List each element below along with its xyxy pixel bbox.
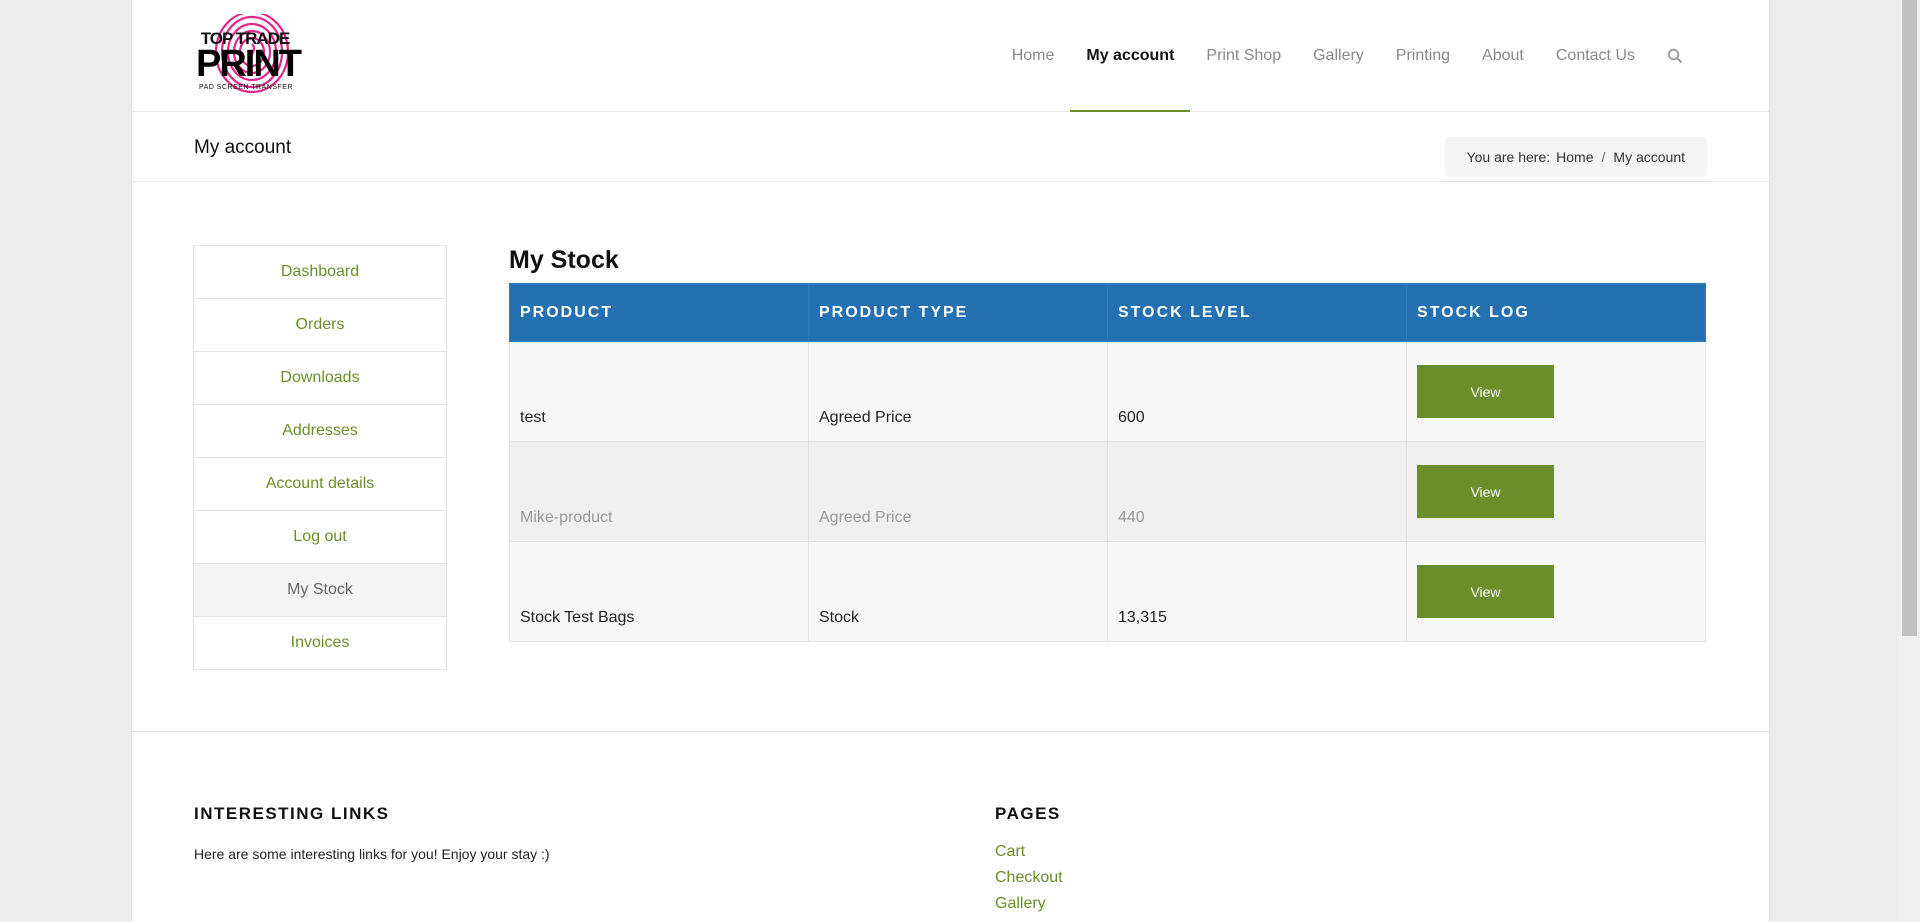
- cell-product: Stock Test Bags: [509, 541, 809, 642]
- site-header: TOP TRADE PRINT PAD SCREEN TRANSFER Home…: [132, 0, 1769, 112]
- cell-stock-log: View: [1406, 341, 1706, 442]
- footer-pages-links: Cart Checkout Gallery: [995, 839, 1063, 917]
- breadcrumb: You are here: Home / My account: [1444, 137, 1707, 177]
- column-header-stock-level: STOCK LEVEL: [1107, 283, 1407, 342]
- footer-interesting-links-title: INTERESTING LINKS: [194, 804, 390, 823]
- table-row: Stock Test Bags Stock 13,315 View: [509, 541, 1706, 642]
- sidebar-item-account-details[interactable]: Account details: [194, 458, 446, 511]
- search-icon[interactable]: [1651, 0, 1699, 111]
- page-title: My account: [194, 137, 292, 158]
- sidebar-item-dashboard[interactable]: Dashboard: [194, 246, 446, 299]
- cell-product: test: [509, 341, 809, 442]
- sidebar-item-orders[interactable]: Orders: [194, 299, 446, 352]
- site-logo[interactable]: TOP TRADE PRINT PAD SCREEN TRANSFER: [196, 14, 302, 96]
- sidebar-item-invoices[interactable]: Invoices: [194, 617, 446, 669]
- cell-stock-level: 440: [1107, 441, 1407, 542]
- nav-home[interactable]: Home: [996, 0, 1071, 111]
- page-scrollbar[interactable]: [1899, 0, 1920, 922]
- view-stock-log-button[interactable]: View: [1417, 365, 1554, 418]
- footer-link-checkout[interactable]: Checkout: [995, 865, 1063, 891]
- nav-gallery[interactable]: Gallery: [1297, 0, 1380, 111]
- cell-product-type: Agreed Price: [808, 341, 1108, 442]
- sidebar-item-addresses[interactable]: Addresses: [194, 405, 446, 458]
- breadcrumb-home-link[interactable]: Home: [1556, 149, 1593, 165]
- breadcrumb-prefix: You are here:: [1466, 149, 1551, 165]
- nav-about[interactable]: About: [1466, 0, 1540, 111]
- footer-link-gallery[interactable]: Gallery: [995, 891, 1063, 917]
- site-footer: INTERESTING LINKS Here are some interest…: [132, 731, 1769, 922]
- sidebar-item-my-stock[interactable]: My Stock: [194, 564, 446, 617]
- stock-table: PRODUCT PRODUCT TYPE STOCK LEVEL STOCK L…: [509, 283, 1706, 642]
- logo-main-text: PRINT: [196, 43, 302, 85]
- column-header-product: PRODUCT: [509, 283, 809, 342]
- view-stock-log-button[interactable]: View: [1417, 565, 1554, 618]
- breadcrumb-current: My account: [1613, 149, 1685, 165]
- column-header-product-type: PRODUCT TYPE: [808, 283, 1108, 342]
- column-header-stock-log: STOCK LOG: [1406, 283, 1706, 342]
- nav-print-shop[interactable]: Print Shop: [1190, 0, 1297, 111]
- view-stock-log-button[interactable]: View: [1417, 465, 1554, 518]
- sidebar-item-downloads[interactable]: Downloads: [194, 352, 446, 405]
- account-sidebar: Dashboard Orders Downloads Addresses Acc…: [193, 245, 447, 670]
- page: TOP TRADE PRINT PAD SCREEN TRANSFER Home…: [131, 0, 1770, 922]
- breadcrumb-separator: /: [1601, 149, 1606, 165]
- table-header-row: PRODUCT PRODUCT TYPE STOCK LEVEL STOCK L…: [509, 283, 1706, 342]
- scrollbar-thumb[interactable]: [1902, 0, 1917, 636]
- nav-printing[interactable]: Printing: [1380, 0, 1466, 111]
- sidebar-item-log-out[interactable]: Log out: [194, 511, 446, 564]
- cell-stock-log: View: [1406, 541, 1706, 642]
- cell-stock-level: 13,315: [1107, 541, 1407, 642]
- title-bar: My account You are here: Home / My accou…: [132, 111, 1769, 182]
- cell-product-type: Agreed Price: [808, 441, 1108, 542]
- nav-contact-us[interactable]: Contact Us: [1540, 0, 1651, 111]
- cell-stock-level: 600: [1107, 341, 1407, 442]
- section-title: My Stock: [509, 246, 619, 274]
- footer-pages-title: PAGES: [995, 804, 1061, 823]
- main-nav: Home My account Print Shop Gallery Print…: [996, 0, 1699, 112]
- table-row: test Agreed Price 600 View: [509, 341, 1706, 442]
- logo-sub-text: PAD SCREEN TRANSFER: [198, 84, 294, 91]
- table-row: Mike-product Agreed Price 440 View: [509, 441, 1706, 542]
- nav-my-account[interactable]: My account: [1070, 0, 1191, 112]
- footer-link-cart[interactable]: Cart: [995, 839, 1063, 865]
- footer-interesting-links-text: Here are some interesting links for you!…: [194, 846, 550, 862]
- cell-stock-log: View: [1406, 441, 1706, 542]
- cell-product: Mike-product: [509, 441, 809, 542]
- cell-product-type: Stock: [808, 541, 1108, 642]
